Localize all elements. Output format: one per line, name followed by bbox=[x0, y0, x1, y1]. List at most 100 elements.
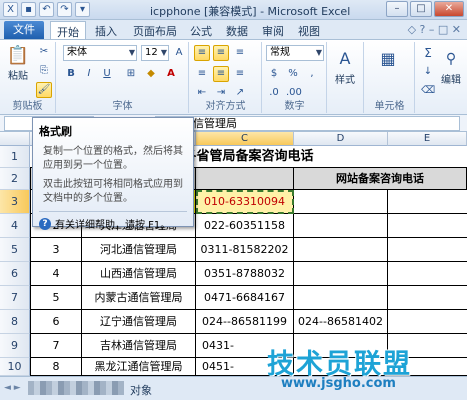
phone-cell[interactable]: 0351-8788032 bbox=[196, 262, 294, 286]
name-cell[interactable]: 山西通信管理局 bbox=[82, 262, 196, 286]
phone2-cell[interactable] bbox=[294, 286, 388, 310]
tab-page-layout[interactable]: 页面布局 bbox=[133, 23, 177, 39]
empty-cell[interactable] bbox=[388, 262, 467, 286]
tab-data[interactable]: 数据 bbox=[226, 23, 248, 39]
row-number-cell[interactable]: 7 bbox=[30, 334, 82, 358]
row-header-5[interactable]: 5 bbox=[0, 238, 30, 262]
format-painter-icon[interactable]: 🖌 bbox=[36, 82, 52, 98]
align-middle-icon[interactable]: ≡ bbox=[213, 45, 229, 61]
percent-icon[interactable]: % bbox=[285, 66, 301, 82]
row-number-cell[interactable]: 5 bbox=[30, 286, 82, 310]
paste-button[interactable]: 📋 粘贴 bbox=[3, 44, 33, 84]
empty-cell[interactable] bbox=[388, 286, 467, 310]
align-left-icon[interactable]: ≡ bbox=[194, 66, 210, 82]
row-header-1[interactable]: 1 bbox=[0, 146, 30, 168]
row-header-6[interactable]: 6 bbox=[0, 262, 30, 286]
window-title: icpphone [兼容模式] - Microsoft Excel bbox=[150, 5, 351, 18]
row-header-3[interactable]: 3 bbox=[0, 190, 30, 214]
tab-home[interactable]: 开始 bbox=[50, 21, 86, 39]
quick-access-menu-icon[interactable]: ▾ bbox=[75, 2, 90, 17]
chevron-down-icon: ▼ bbox=[160, 48, 167, 57]
phone-cell[interactable]: 022-60351158 bbox=[196, 214, 294, 238]
column-header-e[interactable]: E bbox=[388, 132, 467, 146]
excel-logo-icon[interactable]: X bbox=[3, 2, 18, 17]
autosum-icon[interactable]: Σ bbox=[420, 45, 436, 61]
tab-view[interactable]: 视图 bbox=[298, 23, 320, 39]
row-header-7[interactable]: 7 bbox=[0, 286, 30, 310]
empty-cell[interactable] bbox=[388, 190, 467, 214]
phone2-cell[interactable] bbox=[294, 238, 388, 262]
undo-icon[interactable]: ↶ bbox=[39, 2, 54, 17]
row-number-cell[interactable]: 6 bbox=[30, 310, 82, 334]
underline-button[interactable]: U bbox=[99, 66, 115, 82]
phone-cell[interactable]: 0311-81582202 bbox=[196, 238, 294, 262]
column-header-d[interactable]: D bbox=[294, 132, 388, 146]
align-right-icon[interactable]: ≡ bbox=[232, 66, 248, 82]
find-select-icon: ⚲ bbox=[445, 51, 457, 67]
row-header-2[interactable]: 2 bbox=[0, 168, 30, 190]
maximize-button[interactable]: □ bbox=[410, 1, 432, 17]
borders-icon[interactable]: ⊞ bbox=[123, 66, 139, 82]
align-bottom-icon[interactable]: ≡ bbox=[232, 45, 248, 61]
name-cell[interactable]: 内蒙古通信管理局 bbox=[82, 286, 196, 310]
formula-input[interactable]: 北京通信管理局 bbox=[155, 116, 460, 131]
group-alignment: ≡ ≡ ≡ ≡ ≡ ≡ ⇤ ⇥ ↗ 对齐方式 bbox=[190, 42, 262, 113]
styles-button[interactable]: A 样式 bbox=[330, 46, 360, 90]
empty-cell[interactable] bbox=[388, 238, 467, 262]
close-button[interactable]: ✕ bbox=[434, 1, 464, 17]
comma-style-icon[interactable]: , bbox=[304, 66, 320, 82]
row-header-10[interactable]: 10 bbox=[0, 358, 30, 376]
tab-review[interactable]: 审阅 bbox=[262, 23, 284, 39]
phone2-cell[interactable] bbox=[294, 190, 388, 214]
header-web-phone[interactable]: 网站备案咨询电话 bbox=[294, 168, 467, 190]
cells-button[interactable]: ▦ bbox=[373, 46, 403, 86]
phone2-cell[interactable] bbox=[294, 214, 388, 238]
italic-button[interactable]: I bbox=[81, 66, 97, 82]
quick-access-toolbar: X ▪ ↶ ↷ ▾ bbox=[3, 2, 90, 17]
currency-icon[interactable]: $ bbox=[266, 66, 282, 82]
phone-cell[interactable]: 024--86581199 bbox=[196, 310, 294, 334]
column-header-c[interactable]: C bbox=[196, 132, 294, 146]
align-center-icon[interactable]: ≡ bbox=[213, 66, 229, 82]
tab-formulas[interactable]: 公式 bbox=[190, 23, 212, 39]
minimize-button[interactable]: – bbox=[386, 1, 408, 17]
name-cell[interactable]: 河北通信管理局 bbox=[82, 238, 196, 262]
ribbon-help-controls[interactable]: ◇ ? – □ ✕ bbox=[408, 23, 461, 36]
editing-button[interactable]: ⚲ 编辑 bbox=[436, 46, 466, 90]
row-header-9[interactable]: 9 bbox=[0, 334, 30, 358]
align-top-icon[interactable]: ≡ bbox=[194, 45, 210, 61]
font-name-select[interactable]: 宋体 ▼ bbox=[63, 45, 137, 61]
save-icon[interactable]: ▪ bbox=[21, 2, 36, 17]
redo-icon[interactable]: ↷ bbox=[57, 2, 72, 17]
sheet-nav-arrows[interactable]: ◄ ► bbox=[4, 383, 21, 393]
name-cell[interactable]: 辽宁通信管理局 bbox=[82, 310, 196, 334]
row-number-cell[interactable]: 3 bbox=[30, 238, 82, 262]
row-number-cell[interactable]: 8 bbox=[30, 358, 82, 376]
name-cell[interactable]: 吉林通信管理局 bbox=[82, 334, 196, 358]
select-all-corner[interactable] bbox=[0, 132, 30, 146]
window-controls: – □ ✕ bbox=[386, 1, 464, 17]
fill-icon[interactable]: ↓ bbox=[420, 64, 436, 80]
font-color-icon[interactable]: A bbox=[163, 66, 179, 82]
row-header-8[interactable]: 8 bbox=[0, 310, 30, 334]
empty-cell[interactable] bbox=[388, 310, 467, 334]
grow-font-icon[interactable]: A bbox=[171, 45, 187, 61]
name-cell[interactable]: 黑龙江通信管理局 bbox=[82, 358, 196, 376]
phone2-cell[interactable] bbox=[294, 262, 388, 286]
phone2-cell[interactable]: 024--86581402 bbox=[294, 310, 388, 334]
fill-color-icon[interactable]: ◆ bbox=[143, 66, 159, 82]
tab-file[interactable]: 文件 bbox=[4, 21, 44, 39]
number-format-select[interactable]: 常规 ▼ bbox=[266, 45, 324, 61]
phone-cell[interactable]: 0471-6684167 bbox=[196, 286, 294, 310]
phone-cell-selected[interactable]: 010-63310094 bbox=[196, 190, 294, 214]
cut-icon[interactable]: ✂ bbox=[36, 44, 52, 60]
row-number-cell[interactable]: 4 bbox=[30, 262, 82, 286]
tab-insert[interactable]: 插入 bbox=[95, 23, 117, 39]
copy-icon[interactable]: ⎘ bbox=[36, 63, 52, 79]
empty-cell[interactable] bbox=[388, 214, 467, 238]
clear-icon[interactable]: ⌫ bbox=[420, 83, 436, 99]
row-header-4[interactable]: 4 bbox=[0, 214, 30, 238]
font-size-select[interactable]: 12 ▼ bbox=[141, 45, 169, 61]
header-cell-c2[interactable] bbox=[196, 168, 294, 190]
bold-button[interactable]: B bbox=[63, 66, 79, 82]
